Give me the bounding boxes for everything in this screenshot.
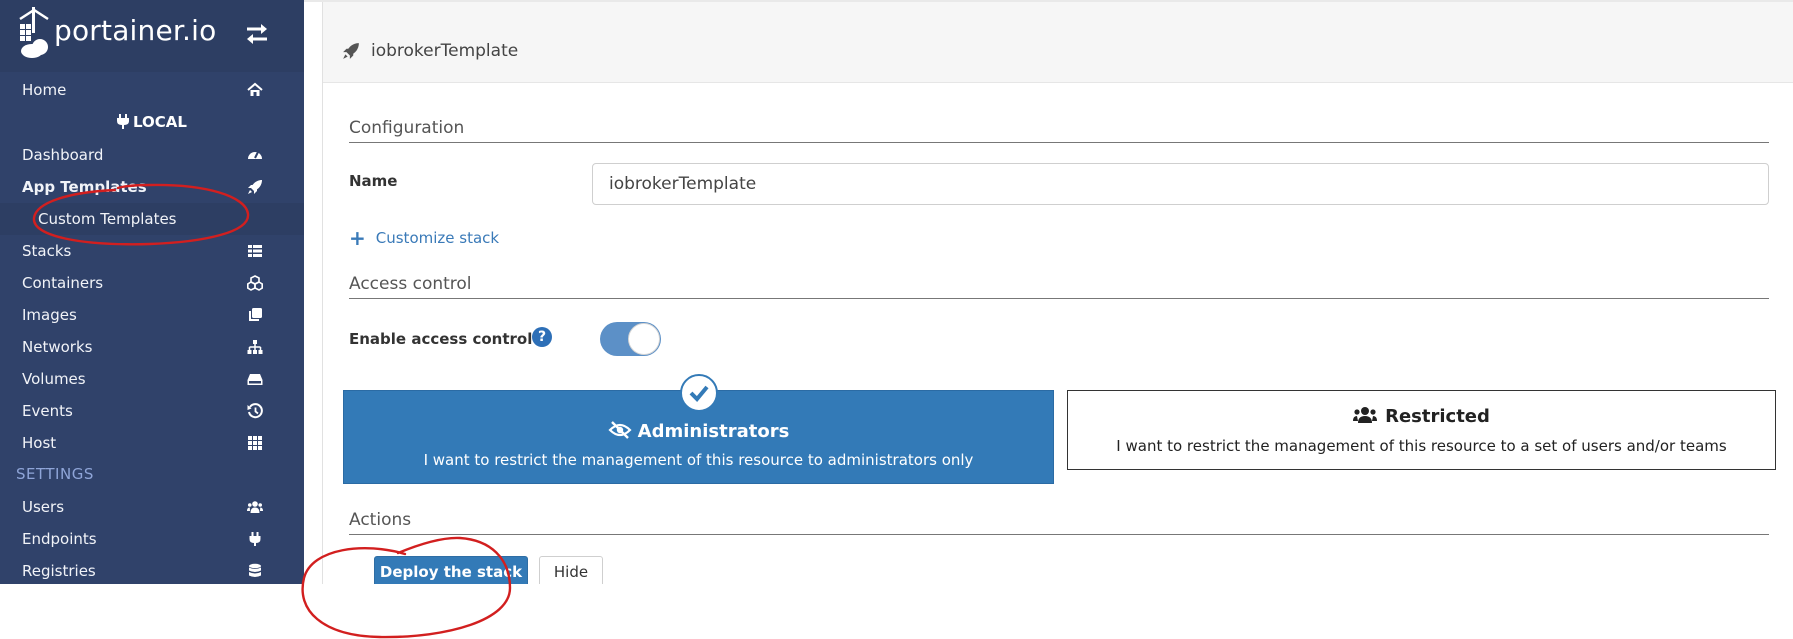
administrators-option[interactable]: Administrators I want to restrict the ma… [343, 374, 1054, 484]
template-panel: iobrokerTemplate Configuration Name + Cus… [322, 2, 1793, 592]
sidebar-item-label: Endpoints [22, 530, 97, 548]
plus-icon: + [349, 226, 366, 250]
sidebar-item-label: Images [22, 306, 77, 324]
exchange-icon[interactable] [244, 22, 270, 46]
customize-stack-label: Customize stack [375, 229, 500, 247]
panel-title: iobrokerTemplate [371, 41, 519, 61]
history-icon [247, 403, 263, 419]
sidebar-item-label: Networks [22, 338, 93, 356]
access-control-toggle[interactable] [600, 322, 661, 356]
check-icon [680, 374, 718, 412]
cubes-icon [247, 275, 263, 291]
sidebar-item-custom-templates[interactable]: Custom Templates [0, 203, 304, 235]
logo-text: portainer.io [54, 14, 217, 47]
users-icon [1353, 407, 1378, 423]
sidebar-item-dashboard[interactable]: Dashboard [0, 139, 304, 171]
plug-icon [117, 114, 130, 129]
sidebar-item-label: Dashboard [22, 146, 104, 164]
sidebar-item-users[interactable]: Users [0, 491, 304, 523]
rocket-icon [343, 43, 359, 59]
name-label: Name [349, 172, 398, 190]
sidebar-item-label: Registries [22, 562, 96, 580]
sidebar-item-containers[interactable]: Containers [0, 267, 304, 299]
sidebar: portainer.io Home LOCAL Dashboard App Te… [0, 0, 304, 584]
actions-heading: Actions [349, 510, 412, 530]
portainer-logo-icon [19, 7, 49, 58]
sidebar-item-home[interactable]: Home [0, 74, 304, 106]
sidebar-item-endpoints[interactable]: Endpoints [0, 523, 304, 555]
eye-slash-icon [608, 421, 632, 439]
restricted-label: Restricted [1385, 406, 1490, 427]
administrators-label: Administrators [637, 421, 790, 442]
th-icon [248, 436, 262, 450]
sidebar-item-label: Events [22, 402, 73, 420]
logo-area: portainer.io [0, 0, 304, 72]
restricted-option[interactable]: Restricted I want to restrict the manage… [1067, 390, 1776, 470]
name-input[interactable] [592, 163, 1769, 205]
configuration-heading: Configuration [349, 118, 465, 138]
sidebar-item-label: Host [22, 434, 57, 452]
customize-stack-link[interactable]: + Customize stack [349, 226, 499, 250]
tachometer-icon [248, 151, 262, 159]
sidebar-item-label: Containers [22, 274, 104, 292]
endpoint-label: LOCAL [133, 113, 187, 131]
restricted-title: Restricted [1068, 406, 1775, 427]
sidebar-item-label: Users [22, 498, 65, 516]
rocket-icon [248, 180, 262, 194]
clone-icon [249, 308, 262, 321]
sidebar-item-stacks[interactable]: Stacks [0, 235, 304, 267]
sidebar-item-label: App Templates [22, 178, 147, 196]
sidebar-item-label: Custom Templates [38, 210, 177, 228]
page-margin [0, 584, 1793, 639]
enable-access-control-label: Enable access control [349, 330, 533, 348]
toggle-knob [628, 323, 660, 355]
administrators-description: I want to restrict the management of thi… [423, 451, 974, 469]
administrators-title: Administrators [344, 420, 1053, 442]
sidebar-item-volumes[interactable]: Volumes [0, 363, 304, 395]
hdd-icon [247, 374, 263, 385]
sidebar-item-app-templates[interactable]: App Templates [0, 171, 304, 203]
sidebar-item-label: Volumes [22, 370, 86, 388]
panel-header: iobrokerTemplate [323, 2, 1793, 83]
question-circle-icon[interactable]: ? [532, 327, 552, 347]
home-icon [247, 82, 263, 96]
access-control-heading: Access control [349, 274, 472, 294]
sidebar-item-host[interactable]: Host [0, 427, 304, 459]
sidebar-item-images[interactable]: Images [0, 299, 304, 331]
plug-icon [249, 532, 261, 546]
sidebar-item-events[interactable]: Events [0, 395, 304, 427]
section-divider [349, 534, 1769, 535]
section-divider [349, 298, 1769, 299]
sidebar-item-networks[interactable]: Networks [0, 331, 304, 363]
sitemap-icon [247, 340, 263, 354]
sidebar-item-registries[interactable]: Registries [0, 555, 304, 587]
settings-heading: SETTINGS [16, 465, 94, 483]
sidebar-item-label: Stacks [22, 242, 72, 260]
database-icon [249, 563, 261, 577]
main-content: iobrokerTemplate Configuration Name + Cus… [304, 0, 1793, 592]
users-icon [247, 501, 263, 513]
restricted-description: I want to restrict the management of thi… [1116, 437, 1727, 455]
th-list-icon [248, 245, 262, 257]
section-divider [349, 142, 1769, 143]
endpoint-name: LOCAL [0, 113, 304, 137]
sidebar-item-label: Home [22, 81, 67, 99]
